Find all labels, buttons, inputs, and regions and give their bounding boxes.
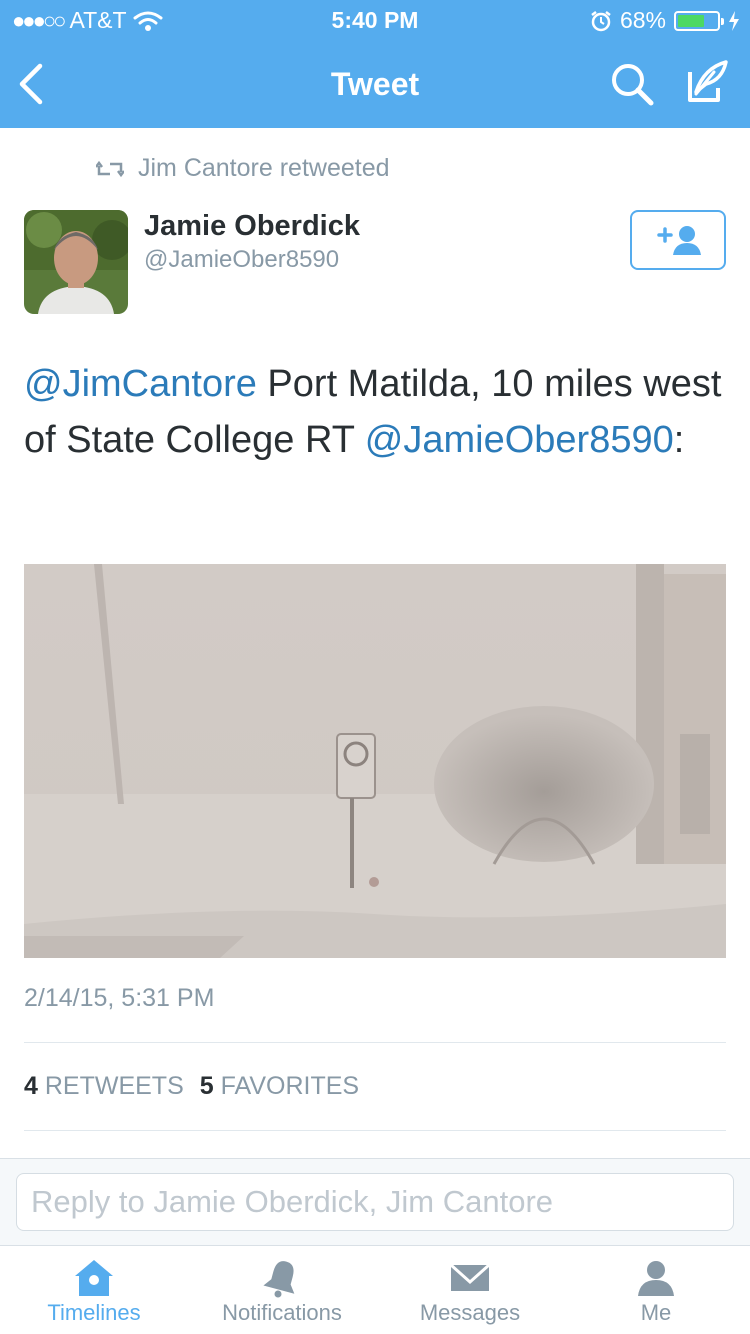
- home-icon: [75, 1260, 113, 1296]
- top-bar: ●●●○○ AT&T 5:40 PM 68% Tweet: [0, 0, 750, 128]
- add-user-icon: [657, 226, 701, 255]
- divider: [24, 1042, 726, 1043]
- avatar[interactable]: [24, 210, 128, 314]
- retweet-icon: [96, 160, 124, 177]
- mention-link[interactable]: @JimCantore: [24, 363, 257, 405]
- favorites-label: FAVORITES: [220, 1072, 360, 1100]
- tab-label: Me: [640, 1300, 672, 1325]
- favorites-count: 5: [199, 1072, 214, 1100]
- retweets-count: 4: [24, 1072, 38, 1100]
- battery-fill: [678, 14, 704, 27]
- tweet-photo[interactable]: [24, 564, 726, 958]
- retweets-count-link[interactable]: 4 RETWEETS: [24, 1072, 184, 1101]
- author-handle[interactable]: @JamieOber8590: [144, 246, 339, 274]
- envelope-icon: [449, 1263, 491, 1291]
- tab-timelines[interactable]: Timelines: [0, 1246, 188, 1334]
- bell-icon: [263, 1261, 295, 1298]
- battery-percent: 68%: [619, 7, 666, 33]
- favorites-count-link[interactable]: 5 FAVORITES: [200, 1072, 359, 1101]
- retweeted-by-label: Jim Cantore retweeted: [138, 154, 390, 182]
- engagement-counts: 4 RETWEETS 5 FAVORITES: [24, 1072, 359, 1101]
- snowstorm-image: [24, 564, 726, 958]
- tab-label: Notifications: [222, 1300, 342, 1325]
- retweets-label: RETWEETS: [44, 1072, 184, 1100]
- person-icon: [638, 1261, 674, 1296]
- reply-bar: [0, 1158, 750, 1246]
- tweet-timestamp: 2/14/15, 5:31 PM: [24, 984, 215, 1012]
- tweet-text: @JimCantore Port Matilda, 10 miles west …: [24, 356, 724, 468]
- avatar-photo: [24, 210, 128, 314]
- retweet-context[interactable]: Jim Cantore retweeted: [96, 154, 390, 183]
- battery-icon: [674, 10, 724, 31]
- follow-button[interactable]: [630, 210, 726, 270]
- tab-label: Timelines: [47, 1300, 141, 1325]
- tab-me[interactable]: Me: [562, 1246, 750, 1334]
- alarm-icon: [591, 10, 611, 31]
- divider: [24, 1130, 726, 1131]
- tab-notifications[interactable]: Notifications: [188, 1246, 376, 1334]
- charging-bolt-icon: [729, 10, 739, 31]
- tweet-suffix: :: [673, 419, 685, 461]
- tab-messages[interactable]: Messages: [376, 1246, 564, 1334]
- nav-bar: Tweet: [0, 40, 750, 128]
- status-bar: ●●●○○ AT&T 5:40 PM 68%: [0, 0, 750, 40]
- tab-label: Messages: [419, 1300, 521, 1325]
- tab-bar: Timelines Notifications Messages Me: [0, 1246, 750, 1334]
- author-name[interactable]: Jamie Oberdick: [144, 210, 360, 243]
- mention-link[interactable]: @JamieOber8590: [365, 419, 674, 461]
- reply-input[interactable]: [16, 1173, 734, 1231]
- compose-icon[interactable]: [684, 58, 732, 106]
- search-icon[interactable]: [608, 60, 656, 108]
